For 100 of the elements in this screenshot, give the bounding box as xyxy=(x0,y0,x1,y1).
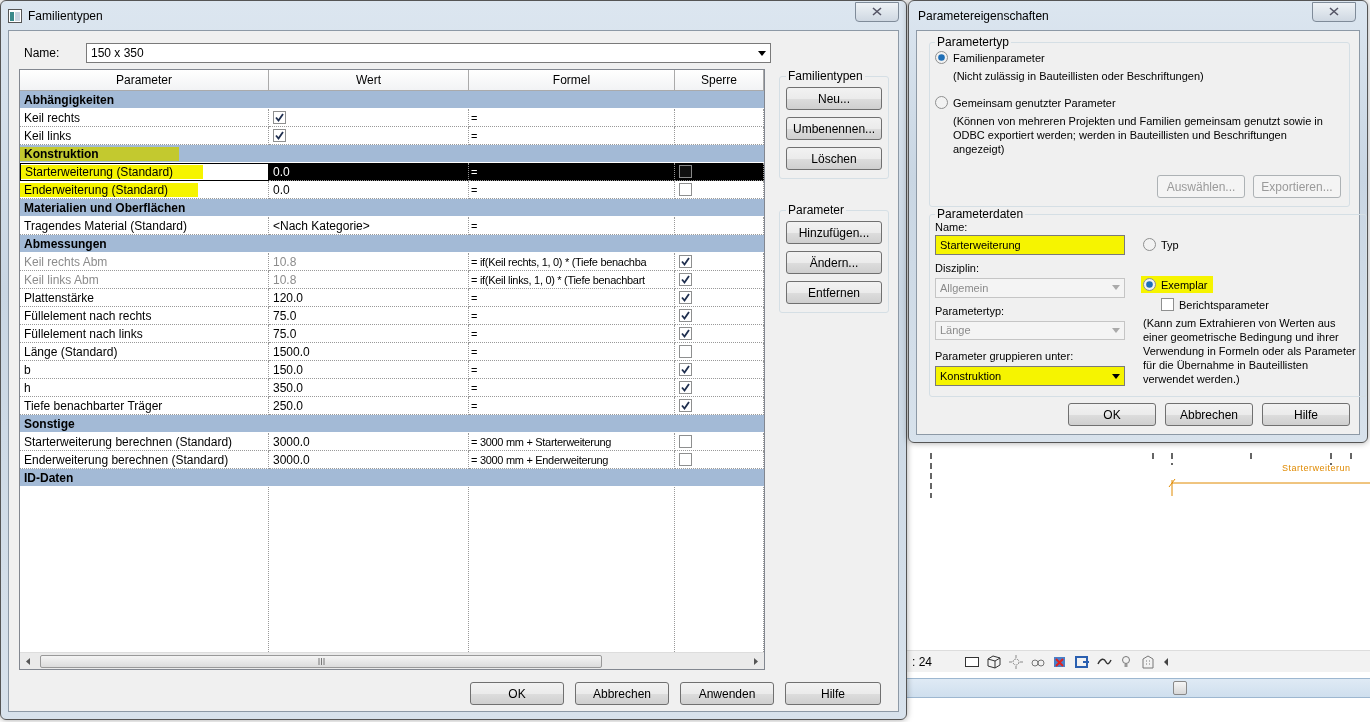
table-row[interactable]: Enderweiterung berechnen (Standard) 3000.0 = 3000 mm + Enderweiterung xyxy=(20,451,764,469)
checkbox[interactable] xyxy=(679,363,692,376)
table-row[interactable]: b 150.0 = xyxy=(20,361,764,379)
dialog-button[interactable]: OK xyxy=(470,682,564,705)
parameter-name: Plattenstärke xyxy=(24,290,95,305)
window-title: Parametereigenschaften xyxy=(917,8,1050,23)
report-note: (Kann zum Extrahieren von Werten aus einer geometrische Bedingung und ihrer Verwendung in Formeln oder als Parameter für die Übernahme in Bauteillisten verwendet werden.) xyxy=(1143,316,1357,386)
table-row[interactable]: Enderweiterung (Standard) 0.0 = xyxy=(20,181,764,199)
checkbox[interactable] xyxy=(273,111,286,124)
parameter-name: Enderweiterung berechnen (Standard) xyxy=(24,452,229,467)
side-button[interactable]: Umbenennen... xyxy=(786,117,882,140)
group-title: Parameterdaten xyxy=(936,207,1025,221)
group-header-row[interactable]: Abmessungen xyxy=(20,235,764,253)
side-button[interactable]: Hinzufügen... xyxy=(786,221,882,244)
side-button[interactable]: Ändern... xyxy=(786,251,882,274)
side-button[interactable]: Entfernen xyxy=(786,281,882,304)
radio-button[interactable] xyxy=(1143,238,1156,251)
name-dropdown[interactable]: 150 x 350 xyxy=(86,43,771,63)
cube-icon[interactable] xyxy=(986,653,1002,670)
horizontal-scrollbar[interactable] xyxy=(20,652,764,669)
dropdown-caret-icon xyxy=(1112,327,1120,333)
parameter-name: h xyxy=(24,380,31,395)
column-header[interactable]: Formel xyxy=(469,70,675,91)
table-row[interactable]: h 350.0 = xyxy=(20,379,764,397)
dialog-button[interactable]: Hilfe xyxy=(785,682,881,705)
name-field[interactable]: Starterweiterung xyxy=(935,235,1125,255)
dropdown-field[interactable]: Konstruktion xyxy=(935,366,1125,386)
checkbox[interactable] xyxy=(679,381,692,394)
group-title: ID-Daten xyxy=(24,470,74,485)
parameter-name: Starterweiterung berechnen (Standard) xyxy=(24,434,233,449)
group-header-row[interactable]: Abhängigkeiten xyxy=(20,91,764,109)
checkbox[interactable] xyxy=(679,309,692,322)
option-label: Exemplar xyxy=(1161,278,1208,291)
dimension-label: Starterweiterun xyxy=(1282,463,1351,473)
dialog-button[interactable]: Abbrechen xyxy=(575,682,669,705)
window-icon xyxy=(8,8,22,23)
window-title: Familientypen xyxy=(28,8,104,23)
column-header[interactable]: Parameter xyxy=(20,70,269,91)
parameter-name: Tiefe benachbarter Träger xyxy=(24,398,163,413)
table-row[interactable]: Starterweiterung berechnen (Standard) 3000.0 = 3000 mm + Starterweiterung xyxy=(20,433,764,451)
horizontal-scrollbar[interactable] xyxy=(907,678,1370,698)
parameter-name: Tragendes Material (Standard) xyxy=(24,218,187,233)
building-icon[interactable] xyxy=(1140,653,1156,670)
table-row[interactable]: Länge (Standard) 1500.0 = xyxy=(20,343,764,361)
side-button[interactable]: Neu... xyxy=(786,87,882,110)
radio-button[interactable] xyxy=(935,96,948,109)
parameter-name: Starterweiterung (Standard) xyxy=(21,165,204,179)
radio-button[interactable] xyxy=(935,51,948,64)
table-row[interactable]: Tragendes Material (Standard) <Nach Kategorie> = xyxy=(20,217,764,235)
group-header-row[interactable]: Sonstige xyxy=(20,415,764,433)
dialog-button[interactable]: Hilfe xyxy=(1262,403,1350,426)
table-row[interactable]: Starterweiterung (Standard) 0.0 = xyxy=(20,163,764,181)
close-icon xyxy=(1329,7,1339,16)
grip-icon xyxy=(317,657,325,665)
group-title: Parameter xyxy=(787,203,846,217)
radio-button[interactable] xyxy=(1143,278,1156,291)
checkbox[interactable] xyxy=(1161,298,1174,311)
checkbox[interactable] xyxy=(679,165,692,178)
group-header-row[interactable]: Konstruktion xyxy=(20,145,764,163)
close-button[interactable] xyxy=(855,1,899,22)
dropdown-caret-icon xyxy=(758,50,766,56)
option-note: (Nicht zulässig in Bauteillisten oder Beschriftungen) xyxy=(952,69,1205,83)
dialog-button[interactable]: Abbrechen xyxy=(1165,403,1253,426)
group-title: Parametertyp xyxy=(936,35,1011,49)
scale-text: : 24 xyxy=(912,654,932,669)
option-note: (Können von mehreren Projekten und Familien gemeinsam genutzt sowie in ODBC exportiert werden; werden in Bauteillisten und Beschriftungen angezeigt) xyxy=(952,114,1324,156)
parameter-name: Länge (Standard) xyxy=(24,344,118,359)
checkbox[interactable] xyxy=(273,129,286,142)
table-row[interactable]: Plattenstärke 120.0 = xyxy=(20,289,764,307)
scroll-left-icon[interactable] xyxy=(1162,656,1170,667)
field-label: Parameter gruppieren unter: xyxy=(935,350,1075,363)
column-header[interactable]: Sperre xyxy=(675,70,764,91)
column-header[interactable]: Wert xyxy=(269,70,469,91)
scrollbar-thumb[interactable] xyxy=(40,654,602,668)
field-label: Disziplin: xyxy=(935,261,980,274)
group-header-row[interactable]: Materialien und Oberflächen xyxy=(20,199,764,217)
parameter-name: Keil rechts xyxy=(24,110,81,125)
table-row[interactable]: Keil links = xyxy=(20,127,764,145)
checkbox[interactable] xyxy=(679,327,692,340)
close-button[interactable] xyxy=(1312,1,1356,22)
table-row[interactable]: Füllelement nach rechts 75.0 = xyxy=(20,307,764,325)
parameter-name: Keil links xyxy=(24,128,72,143)
table-row[interactable]: Tiefe benachbarter Träger 250.0 = xyxy=(20,397,764,415)
table-row[interactable]: Keil rechts = xyxy=(20,109,764,127)
group-title: Abhängigkeiten xyxy=(24,92,114,107)
group-title: Materialien und Oberflächen xyxy=(24,200,186,215)
parameter-name: Füllelement nach rechts xyxy=(24,308,152,323)
dialog-button[interactable]: OK xyxy=(1068,403,1156,426)
option-label: Gemeinsam genutzter Parameter xyxy=(953,96,1116,109)
side-button[interactable]: Löschen xyxy=(786,147,882,170)
scrollbar-thumb[interactable] xyxy=(1173,681,1187,695)
checkbox[interactable] xyxy=(679,183,692,196)
table-row[interactable]: Füllelement nach links 75.0 = xyxy=(20,325,764,343)
dialog-button[interactable]: Anwenden xyxy=(680,682,774,705)
checkbox[interactable] xyxy=(679,291,692,304)
checkbox[interactable] xyxy=(679,453,692,466)
checkbox[interactable] xyxy=(679,399,692,412)
checkbox[interactable] xyxy=(679,345,692,358)
checkbox[interactable] xyxy=(679,435,692,448)
group-header-row[interactable]: ID-Daten xyxy=(20,469,764,487)
